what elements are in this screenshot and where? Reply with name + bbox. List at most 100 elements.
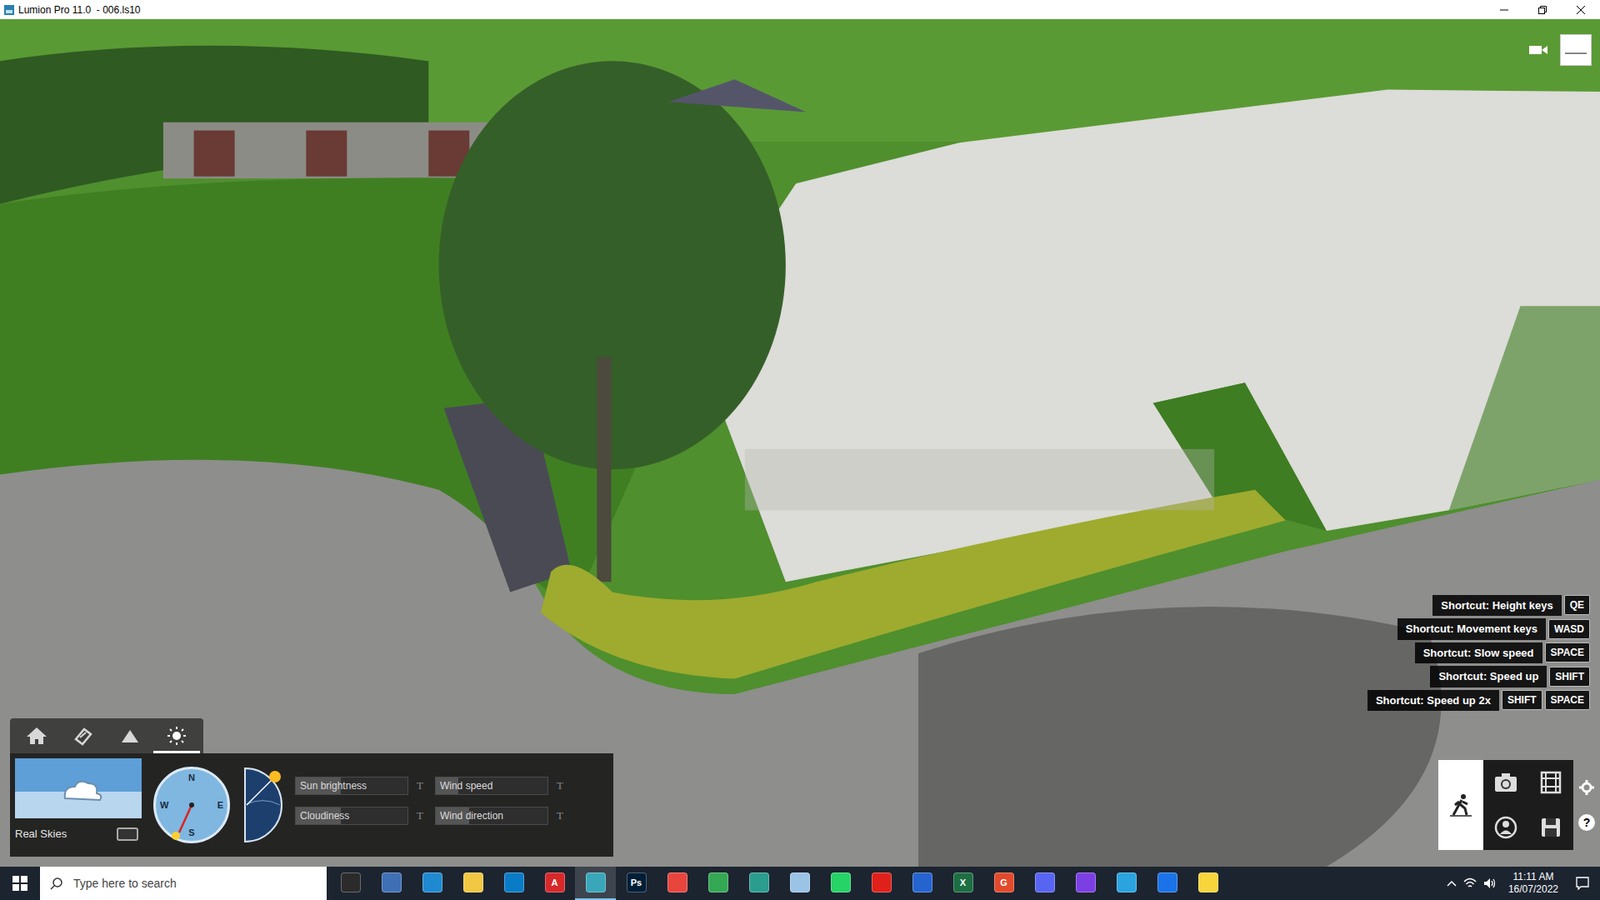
app-icon: X: [953, 872, 974, 893]
app-icon: [463, 872, 484, 893]
panel-tab[interactable]: [13, 720, 60, 754]
app-icon: [1198, 872, 1219, 893]
mode-button[interactable]: [1483, 760, 1529, 805]
slider-key[interactable]: T: [416, 777, 424, 795]
panel-tab[interactable]: [60, 720, 107, 754]
taskbar: A Ps XG 11:11 AM16/07/2022: [0, 866, 1600, 900]
viewport[interactable]: Shortcut: Height keysQEShortcut: Movemen…: [0, 19, 1600, 867]
shortcut-key: SHIFT: [1501, 690, 1543, 710]
shortcut-row: Shortcut: Speed up 2xSHIFTSPACE: [1367, 690, 1590, 712]
sky-column: Real Skies: [15, 758, 142, 844]
taskbar-app[interactable]: [738, 866, 780, 900]
app-icon: [667, 872, 688, 893]
app-icon: [912, 872, 933, 893]
app-icon: [585, 872, 606, 893]
slider-row: Wind direction T: [435, 806, 564, 825]
slider-track[interactable]: Wind direction: [435, 806, 549, 825]
side-buttons: ?: [1578, 779, 1595, 831]
app-icon: [422, 872, 443, 893]
taskbar-app[interactable]: [1024, 866, 1065, 900]
taskbar-app[interactable]: G: [983, 866, 1025, 900]
slider-key[interactable]: T: [416, 807, 424, 825]
sun-height-icon[interactable]: [241, 766, 284, 844]
taskbar-app[interactable]: [452, 866, 494, 900]
taskbar-app[interactable]: [411, 866, 453, 900]
compass-label: S: [188, 825, 195, 840]
mode-button[interactable]: [1528, 760, 1574, 805]
minimize-icon[interactable]: [1485, 0, 1524, 20]
help-button[interactable]: ?: [1578, 814, 1595, 831]
terrain-icon: [119, 725, 141, 746]
restore-icon[interactable]: [1523, 0, 1562, 20]
slider-key[interactable]: T: [556, 807, 564, 825]
close-icon[interactable]: [1561, 0, 1600, 20]
taskbar-app[interactable]: [779, 866, 820, 900]
title-bar: Lumion Pro 11.0 - 006.ls10: [0, 0, 1600, 20]
notification-icon[interactable]: [1570, 876, 1595, 890]
taskbar-app[interactable]: [901, 866, 943, 900]
photo-icon: [1493, 771, 1519, 794]
shortcut-key: QE: [1564, 595, 1590, 615]
taskbar-app[interactable]: [1065, 866, 1106, 900]
taskbar-app[interactable]: [656, 866, 698, 900]
taskbar-app[interactable]: [1105, 866, 1147, 900]
real-skies-label: Real Skies: [15, 825, 67, 843]
preview-toggle-icon[interactable]: [1560, 34, 1592, 66]
taskbar-app[interactable]: Ps: [615, 866, 657, 900]
taskbar-app[interactable]: [860, 866, 902, 900]
search-input[interactable]: [73, 875, 317, 893]
mode-button[interactable]: [1528, 805, 1574, 850]
app-icon: [0, 4, 19, 16]
gear-icon[interactable]: [1578, 779, 1595, 796]
slider-key[interactable]: T: [556, 777, 564, 795]
slider-label: Sun brightness: [300, 778, 367, 794]
wifi-icon: [1463, 877, 1477, 890]
camera-view-icon[interactable]: [1525, 36, 1552, 64]
taskbar-app[interactable]: [370, 866, 412, 900]
app-icon: [340, 872, 361, 893]
window-title: Lumion Pro 11.0 - 006.ls10: [18, 2, 141, 18]
sky-preview-icon[interactable]: [15, 758, 142, 819]
app-icon: [830, 872, 851, 893]
mode-button[interactable]: [1483, 805, 1529, 850]
shortcut-key: SHIFT: [1549, 666, 1590, 687]
mode-button[interactable]: [1438, 760, 1484, 850]
taskbar-app[interactable]: X: [942, 866, 984, 900]
mode-panel: [1438, 760, 1574, 850]
slider-track[interactable]: Wind speed: [435, 776, 549, 795]
panel-tab[interactable]: [153, 720, 200, 754]
volume-icon: [1483, 877, 1497, 890]
app-icon: Ps: [626, 872, 647, 893]
taskbar-app[interactable]: [1187, 866, 1229, 900]
shortcut-label: Shortcut: Slow speed: [1415, 642, 1543, 665]
taskbar-app[interactable]: [330, 866, 371, 900]
compass-label: W: [160, 798, 169, 813]
real-skies-row: Real Skies: [15, 825, 142, 844]
real-skies-checkbox[interactable]: [116, 827, 139, 841]
shortcut-row: Shortcut: Speed upSHIFT: [1430, 665, 1590, 688]
shortcut-label: Shortcut: Speed up: [1430, 665, 1547, 688]
taskbar-app[interactable]: A: [534, 866, 575, 900]
sun-direction-compass[interactable]: NESW: [153, 766, 230, 844]
compass-label: E: [217, 798, 224, 813]
taskbar-app[interactable]: [820, 866, 861, 900]
taskbar-app[interactable]: [697, 866, 739, 900]
panel-tabs: [10, 718, 204, 754]
save-icon: [1540, 816, 1562, 839]
taskbar-apps: A Ps XG: [330, 866, 1229, 900]
shortcut-label: Shortcut: Speed up 2x: [1367, 690, 1500, 712]
panel-tab[interactable]: [106, 720, 154, 754]
slider-label: Cloudiness: [300, 808, 350, 824]
taskbar-app[interactable]: [493, 866, 535, 900]
windows-start-icon[interactable]: [0, 866, 40, 900]
app-icon: [1157, 872, 1178, 893]
taskbar-app[interactable]: [575, 866, 616, 900]
slider-row: Wind speed T: [435, 776, 564, 795]
taskbar-app[interactable]: [1146, 866, 1188, 900]
slider-track[interactable]: Sun brightness: [295, 776, 409, 795]
scene-render[interactable]: [0, 19, 1600, 867]
search-box[interactable]: [40, 866, 327, 900]
slider-track[interactable]: Cloudiness: [295, 806, 409, 825]
clock[interactable]: 11:11 AM16/07/2022: [1503, 870, 1564, 896]
app-icon: G: [994, 872, 1015, 893]
